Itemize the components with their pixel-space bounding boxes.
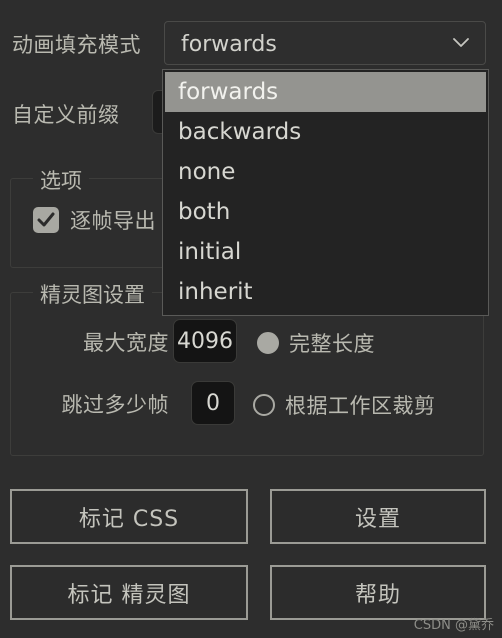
max-width-input[interactable]: 4096 <box>173 319 237 363</box>
dropdown-option[interactable]: forwards <box>165 72 486 112</box>
skip-frames-input[interactable]: 0 <box>191 381 235 425</box>
animation-fill-mode-dropdown[interactable]: forwards backwards none both initial inherit <box>162 69 489 316</box>
animation-fill-mode-label: 动画填充模式 <box>12 33 141 57</box>
full-length-label: 完整长度 <box>289 332 375 356</box>
dropdown-option[interactable]: initial <box>165 232 486 272</box>
checkbox-checked-icon[interactable] <box>33 207 59 233</box>
settings-button[interactable]: 设置 <box>270 489 486 544</box>
mark-sprite-button[interactable]: 标记 精灵图 <box>10 565 248 620</box>
export-settings-panel: 动画填充模式 forwards 自定义前缀 选项 逐帧导出 精灵图设置 最大宽度… <box>0 0 502 638</box>
crop-to-artboard-label: 根据工作区裁剪 <box>285 394 436 418</box>
dropdown-option[interactable]: none <box>165 152 486 192</box>
frame-by-frame-export-checkbox-row[interactable]: 逐帧导出 <box>33 205 156 235</box>
dropdown-option[interactable]: backwards <box>165 112 486 152</box>
max-width-row: 最大宽度 4096 完整长度 <box>11 315 483 367</box>
full-length-radio-row[interactable]: 完整长度 <box>257 328 375 358</box>
skip-frames-row: 跳过多少帧 0 根据工作区裁剪 <box>11 377 483 429</box>
animation-fill-mode-value: forwards <box>181 32 277 57</box>
radio-unselected-icon[interactable] <box>253 394 275 416</box>
watermark: CSDN @黛乔 <box>413 618 494 633</box>
sprite-group-legend: 精灵图设置 <box>33 279 152 309</box>
mark-css-button[interactable]: 标记 CSS <box>10 489 248 544</box>
radio-selected-icon[interactable] <box>257 332 279 354</box>
custom-prefix-label: 自定义前缀 <box>12 103 120 127</box>
frame-by-frame-export-label: 逐帧导出 <box>70 209 156 233</box>
options-group-legend: 选项 <box>33 165 89 195</box>
dropdown-option[interactable]: inherit <box>165 272 486 312</box>
help-button[interactable]: 帮助 <box>270 565 486 620</box>
dropdown-option[interactable]: both <box>165 192 486 232</box>
sprite-settings-groupbox: 精灵图设置 最大宽度 4096 完整长度 跳过多少帧 0 根据工作区裁剪 <box>10 279 484 456</box>
chevron-down-icon[interactable] <box>453 38 469 48</box>
animation-fill-mode-select[interactable]: forwards <box>164 21 486 65</box>
skip-frames-label: 跳过多少帧 <box>61 393 169 417</box>
crop-to-artboard-radio-row[interactable]: 根据工作区裁剪 <box>253 390 436 420</box>
max-width-label: 最大宽度 <box>83 331 169 355</box>
